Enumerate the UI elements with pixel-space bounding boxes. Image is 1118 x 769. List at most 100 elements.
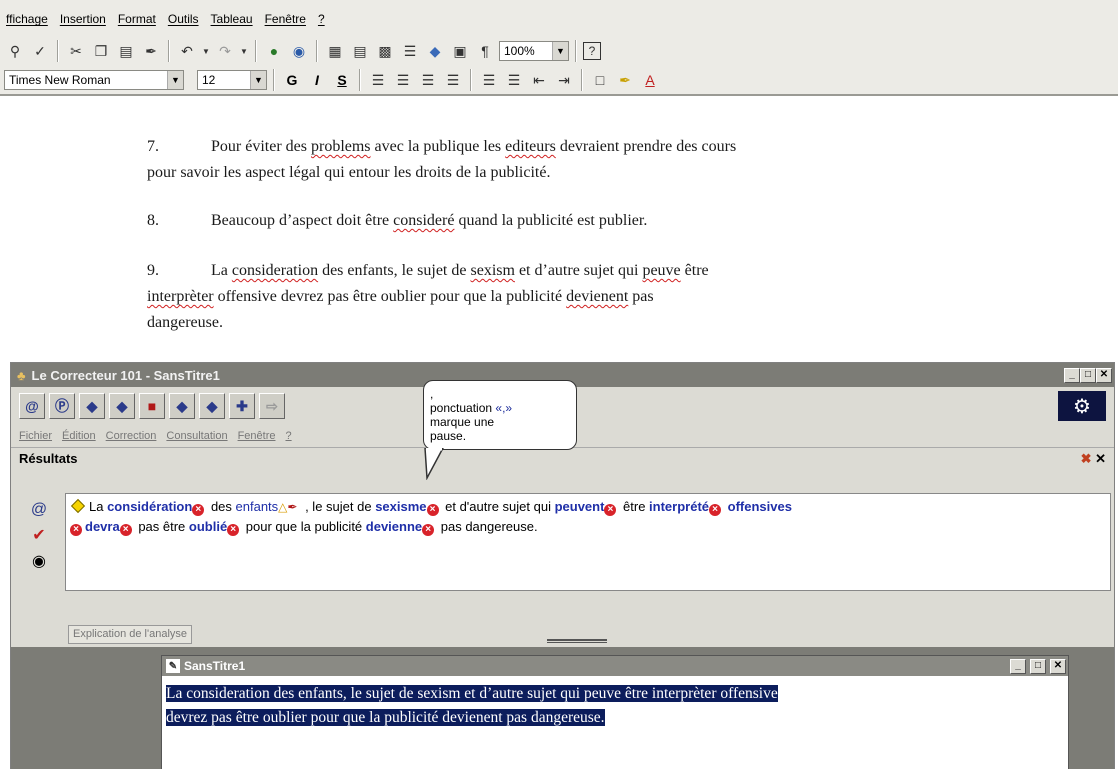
menu-affichage[interactable]: ffichage (6, 12, 48, 26)
misspelled-word[interactable]: peuve (642, 262, 680, 279)
conjugation-icon[interactable]: ◆ (109, 393, 135, 419)
font-name-select[interactable]: Times New Roman ▼ (4, 70, 184, 90)
selected-text-line[interactable]: La consideration des enfants, le sujet d… (166, 685, 778, 702)
undo-icon[interactable]: ↶ (176, 40, 198, 62)
sanstitre-text[interactable]: La consideration des enfants, le sujet d… (162, 676, 1068, 736)
chevron-down-icon[interactable]: ▼ (552, 42, 568, 60)
menu-fichier[interactable]: Fichier (19, 430, 52, 442)
document-map-icon[interactable]: ▣ (449, 40, 471, 62)
menu-consultation[interactable]: Consultation (166, 430, 227, 442)
misspelled-word[interactable]: sexism (470, 262, 514, 279)
close-button[interactable]: ✕ (1050, 658, 1066, 674)
error-icon[interactable]: × (70, 524, 82, 536)
chevron-down-icon[interactable]: ▼ (167, 71, 183, 89)
redo-icon[interactable]: ↷ (214, 40, 236, 62)
flagged-word[interactable]: enfants (236, 499, 279, 514)
print-preview-icon[interactable]: ⚲ (4, 40, 26, 62)
book-icon[interactable]: ■ (139, 393, 165, 419)
undo-dropdown-icon[interactable]: ▼ (201, 40, 211, 62)
pin-icon[interactable]: ✖ (1081, 451, 1092, 466)
synonyms-icon[interactable]: ◆ (169, 393, 195, 419)
help-icon[interactable]: ? (583, 42, 601, 60)
checkmark-icon[interactable]: ✔ (32, 525, 45, 545)
menu-help[interactable]: ? (318, 12, 325, 26)
copy-icon[interactable]: ❐ (90, 40, 112, 62)
align-center-icon[interactable]: ☰ (392, 69, 414, 91)
misspelled-word[interactable]: interprèter (147, 288, 214, 305)
error-icon[interactable]: × (709, 504, 722, 516)
selected-text-line[interactable]: devrez pas être oublier pour que la publ… (166, 709, 605, 726)
underline-button[interactable]: S (331, 72, 353, 88)
menu-format[interactable]: Format (118, 12, 156, 26)
insert-excel-icon[interactable]: ▩ (374, 40, 396, 62)
error-icon[interactable]: × (426, 504, 439, 516)
show-formatting-icon[interactable]: ¶ (474, 40, 496, 62)
columns-icon[interactable]: ☰ (399, 40, 421, 62)
font-color-icon[interactable]: A (639, 69, 661, 91)
misspelled-word[interactable]: devienent (566, 288, 628, 305)
close-button[interactable]: ✕ (1096, 367, 1112, 383)
align-left-icon[interactable]: ☰ (367, 69, 389, 91)
pencil-icon[interactable]: ✒ (287, 500, 297, 514)
document-body[interactable]: 7. Pour éviter des problems avec la publi… (0, 96, 1118, 358)
misspelled-word[interactable]: editeurs (505, 138, 556, 155)
zoom-select[interactable]: 100% ▼ (499, 41, 569, 61)
bullets-icon[interactable]: ☰ (503, 69, 525, 91)
numbering-icon[interactable]: ☰ (478, 69, 500, 91)
panel-splitter[interactable] (547, 639, 607, 643)
cut-icon[interactable]: ✂ (65, 40, 87, 62)
spelling-icon[interactable]: ✓ (29, 40, 51, 62)
tables-borders-icon[interactable]: ▦ (324, 40, 346, 62)
chevron-down-icon[interactable]: ▼ (250, 71, 266, 89)
font-size-select[interactable]: 12 ▼ (197, 70, 267, 90)
misspelled-word[interactable]: consideration (232, 262, 318, 279)
highlight-icon[interactable]: ✒ (614, 69, 636, 91)
corrected-word[interactable]: oublié (189, 519, 227, 534)
format-painter-icon[interactable]: ✒ (140, 40, 162, 62)
analyze-icon[interactable]: @ (31, 501, 47, 519)
menu-edition[interactable]: Édition (62, 430, 96, 442)
corrected-word[interactable]: devienne (366, 519, 422, 534)
menu-outils[interactable]: Outils (168, 12, 199, 26)
drawing-icon[interactable]: ◆ (424, 40, 446, 62)
error-icon[interactable]: × (227, 524, 240, 536)
dictionary-icon[interactable]: Ⓟ (49, 393, 75, 419)
results-text[interactable]: La considération × des enfants△✒ , le suj… (65, 493, 1111, 591)
tools-icon[interactable]: ✚ (229, 393, 255, 419)
guide-icon[interactable]: ◆ (199, 393, 225, 419)
corrected-word[interactable]: interprété (649, 499, 709, 514)
binoculars-icon[interactable]: ◉ (32, 551, 46, 571)
insert-table-icon[interactable]: ▤ (349, 40, 371, 62)
corrected-word[interactable]: sexisme (375, 499, 426, 514)
menu-help[interactable]: ? (285, 430, 291, 442)
minimize-button[interactable]: _ (1010, 658, 1026, 674)
export-icon[interactable]: ⇨ (259, 393, 285, 419)
bold-button[interactable]: G (281, 72, 303, 88)
align-right-icon[interactable]: ☰ (417, 69, 439, 91)
explication-tab[interactable]: Explication de l'analyse (68, 625, 193, 644)
increase-indent-icon[interactable]: ⇥ (553, 69, 575, 91)
menu-correction[interactable]: Correction (106, 430, 157, 442)
misspelled-word[interactable]: problems (311, 138, 371, 155)
sanstitre-titlebar[interactable]: ✎ SansTitre1 _ □ ✕ (162, 656, 1068, 676)
web-toolbar-icon[interactable]: ◉ (288, 40, 310, 62)
error-icon[interactable]: × (422, 524, 435, 536)
italic-button[interactable]: I (306, 72, 328, 88)
redo-dropdown-icon[interactable]: ▼ (239, 40, 249, 62)
error-icon[interactable]: × (119, 524, 132, 536)
grammar-icon[interactable]: ◆ (79, 393, 105, 419)
minimize-button[interactable]: _ (1064, 367, 1080, 383)
justify-icon[interactable]: ☰ (442, 69, 464, 91)
menu-insertion[interactable]: Insertion (60, 12, 106, 26)
decrease-indent-icon[interactable]: ⇤ (528, 69, 550, 91)
menu-fenetre[interactable]: Fenêtre (265, 12, 306, 26)
error-icon[interactable]: × (604, 504, 617, 516)
hyperlink-icon[interactable]: ● (263, 40, 285, 62)
corrected-word[interactable]: devra (85, 519, 120, 534)
corrected-word[interactable]: offensives (724, 499, 792, 514)
menu-tableau[interactable]: Tableau (211, 12, 253, 26)
analyze-icon[interactable]: @ (19, 393, 45, 419)
close-icon[interactable]: ✕ (1095, 451, 1106, 466)
corrected-word[interactable]: considération (107, 499, 192, 514)
maximize-button[interactable]: □ (1080, 367, 1096, 383)
